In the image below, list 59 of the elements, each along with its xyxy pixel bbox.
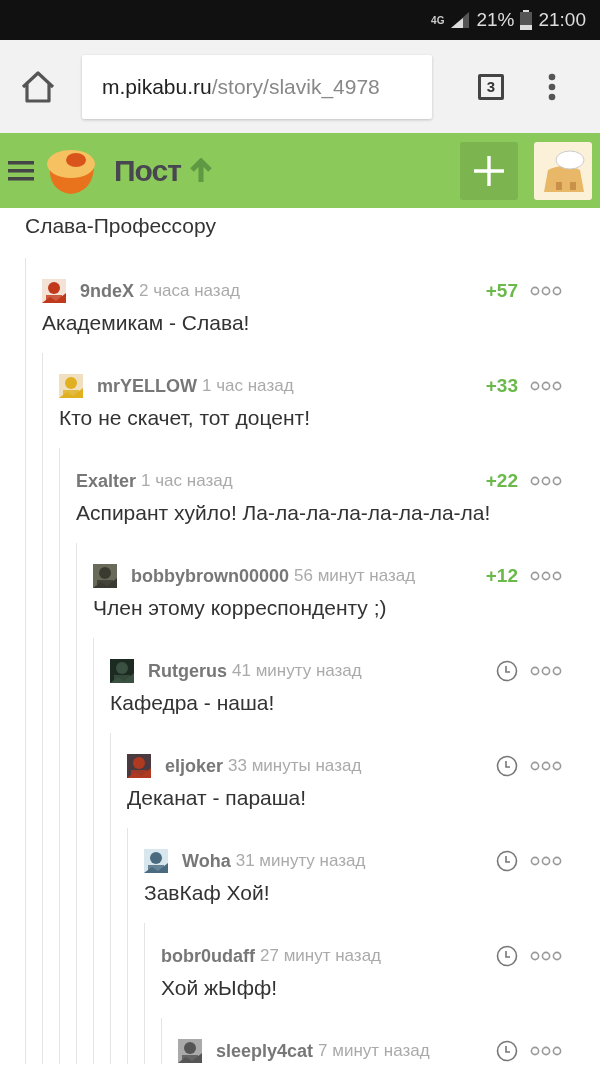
- add-button[interactable]: [460, 141, 518, 200]
- signal-icon: [450, 11, 471, 29]
- more-icon[interactable]: [530, 381, 562, 391]
- comment-time: 27 минут назад: [260, 946, 382, 966]
- comment-time: 33 минуты назад: [228, 756, 362, 776]
- clock-icon: [496, 660, 518, 682]
- comment-text: Слава-Профессору: [25, 213, 217, 239]
- clock-icon: [496, 945, 518, 967]
- clock-icon: [496, 755, 518, 777]
- comment-text: Аспирант хуйло! Ла-ла-ла-ла-ла-ла-ла-ла!: [76, 500, 492, 526]
- comment-time: 56 минут назад: [294, 566, 416, 586]
- comment-time: 2 часа назад: [139, 281, 241, 301]
- rating-score: +12: [485, 565, 518, 587]
- comment-text: ЗавКаф Хой!: [144, 880, 271, 906]
- home-icon[interactable]: [20, 69, 56, 104]
- tabs-button[interactable]: 3: [478, 73, 504, 100]
- comment-text: Член этому корреспонденту ;): [93, 595, 388, 621]
- clock-icon: [496, 850, 518, 872]
- more-icon[interactable]: [530, 761, 562, 771]
- menu-icon[interactable]: [548, 72, 556, 101]
- username[interactable]: bobr0udaff: [161, 945, 255, 967]
- battery-icon: [520, 10, 533, 30]
- comment-text: Деканат - параша!: [127, 785, 308, 811]
- clock-time: 21:00: [538, 9, 586, 31]
- comment-time: 41 минуту назад: [232, 661, 362, 681]
- rating-score: +57: [485, 280, 518, 302]
- comment-text: Кафедра - наша!: [110, 690, 276, 716]
- username[interactable]: Exalter: [76, 470, 137, 492]
- menu-icon[interactable]: [8, 160, 34, 181]
- username[interactable]: 9ndeX: [80, 280, 135, 302]
- more-icon[interactable]: [530, 856, 562, 866]
- more-icon[interactable]: [530, 476, 562, 486]
- more-icon[interactable]: [530, 1046, 562, 1056]
- more-icon[interactable]: [530, 286, 562, 296]
- comment-time: 1 час назад: [141, 471, 233, 491]
- more-icon[interactable]: [530, 951, 562, 961]
- username[interactable]: Rutgerus: [148, 660, 227, 682]
- comment-time: 7 минут назад: [318, 1041, 430, 1061]
- plus-icon: [472, 153, 506, 188]
- comment-time: 1 час назад: [202, 376, 294, 396]
- comment-text: Хой жЫфф!: [161, 975, 279, 1001]
- username[interactable]: eljoker: [165, 755, 224, 777]
- more-icon[interactable]: [530, 571, 562, 581]
- username[interactable]: bobbybrown00000: [131, 565, 290, 587]
- battery-percent: 21%: [476, 9, 515, 31]
- clock-icon: [496, 1040, 518, 1062]
- rating-score: +33: [485, 375, 518, 397]
- comment-time: 31 минуту назад: [235, 851, 366, 871]
- address-bar[interactable]: m.pikabu.ru/story/slavik_4978: [82, 54, 432, 119]
- more-icon[interactable]: [530, 666, 562, 676]
- comment-text: Кто не скачет, тот доцент!: [59, 405, 311, 431]
- page-title: Пост: [114, 153, 181, 188]
- network-type: 4G: [431, 14, 445, 26]
- username[interactable]: Woha: [182, 850, 231, 872]
- username[interactable]: sleeply4cat: [216, 1040, 314, 1062]
- arrow-up-icon[interactable]: [188, 157, 213, 184]
- username[interactable]: mrYELLOW: [97, 375, 197, 397]
- rating-score: +22: [485, 470, 518, 492]
- comment-text: Академикам - Слава!: [42, 310, 251, 336]
